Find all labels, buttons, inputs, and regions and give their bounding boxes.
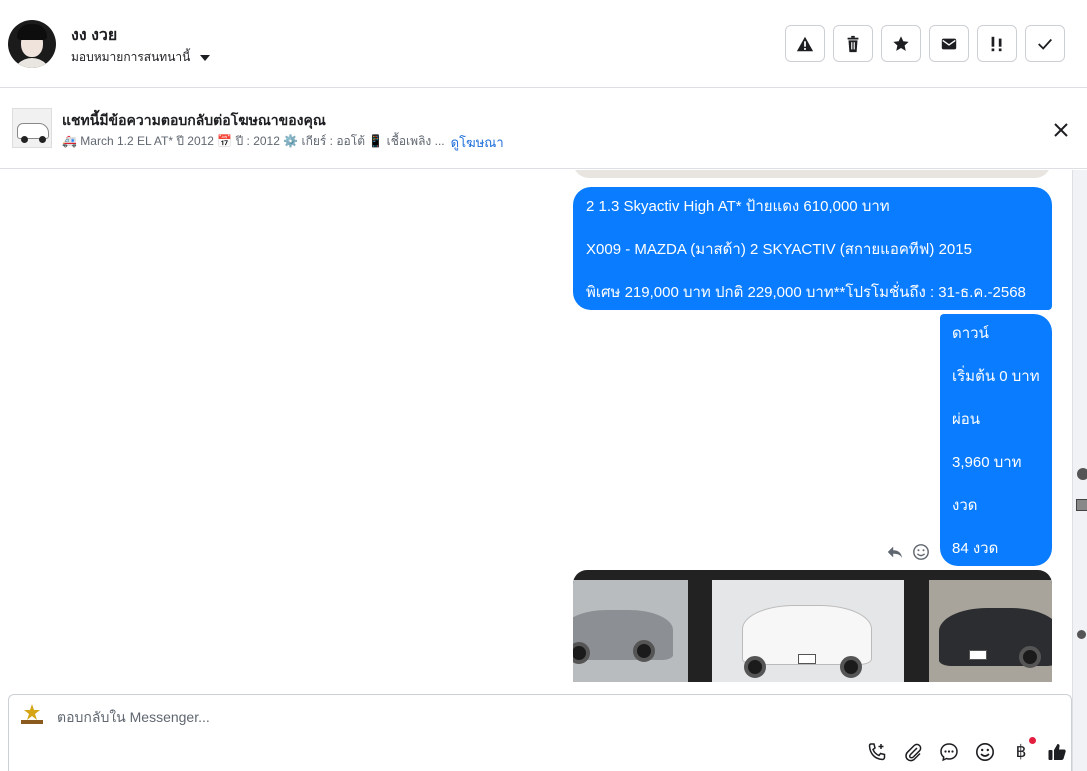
emoji-icon[interactable] [975,742,995,762]
car-image-gallery[interactable] [573,570,1052,682]
caret-down-icon [200,54,211,61]
message-bubble[interactable]: 2 1.3 Skyactiv High AT* ป้ายแดง 610,000 … [573,187,1052,310]
paperclip-icon[interactable] [903,742,923,762]
reply-input[interactable] [57,709,857,725]
message-thread[interactable]: 2 1.3 Skyactiv High AT* ป้ายแดง 610,000 … [0,170,1072,682]
close-banner-icon[interactable] [1050,119,1072,141]
ad-thumbnail[interactable] [1076,499,1087,511]
page-logo-icon [21,704,43,724]
payment-button[interactable]: ฿ [1011,737,1036,762]
trash-icon [847,35,859,52]
ad-thumbnail[interactable] [12,108,52,148]
baht-icon: ฿ [1015,742,1027,761]
phone-icon[interactable] [867,742,887,762]
ad-description-row: 🚑 March 1.2 EL AT* ปี 2012 📅 ปี : 2012 ⚙… [62,132,504,153]
message-composer: ฿ [8,694,1072,771]
message-hover-actions [886,543,930,561]
message-bubble[interactable]: ดาวน์ เริ่มต้น 0 บาท ผ่อน 3,960 บาท งวด … [940,314,1052,566]
thumbs-up-icon[interactable] [1047,742,1067,762]
message-line: งวด [952,497,978,514]
header-actions [785,25,1065,62]
message-line: พิเศษ 219,000 บาท ปกติ 229,000 บาท**โปรโ… [586,284,1026,301]
user-avatar[interactable] [8,20,56,68]
assign-conversation-dropdown[interactable]: มอบหมายการสนทนานี้ [71,48,211,67]
message-line: 84 งวด [952,540,999,557]
message-line: เริ่มต้น 0 บาท [952,368,1040,385]
mark-unread-button[interactable] [929,25,969,62]
chat-bubble-icon[interactable] [939,742,959,762]
notification-dot [1029,737,1036,744]
ad-description: 🚑 March 1.2 EL AT* ปี 2012 📅 ปี : 2012 ⚙… [62,134,445,148]
conversation-header: งง งวย มอบหมายการสนทนานี้ [0,0,1087,88]
check-icon [1038,38,1052,50]
envelope-icon [941,38,957,49]
message-line: ดาวน์ [952,325,989,342]
mark-done-button[interactable] [1025,25,1065,62]
message-line: ผ่อน [952,411,981,428]
star-icon [893,35,909,51]
reply-icon[interactable] [886,543,904,561]
ad-banner-title: แชทนี้มีข้อความตอบกลับต่อโฆษณาของคุณ [62,112,326,128]
car-photo[interactable] [929,580,1052,682]
car-photo[interactable] [573,580,688,682]
message-line: 3,960 บาท [952,454,1022,471]
message-line: 2 1.3 Skyactiv High AT* ป้ายแดง 610,000 … [586,198,890,215]
previous-image-message[interactable] [573,170,1051,178]
message-line: X009 - MAZDA (มาสด้า) 2 SKYACTIV (สกายแอ… [586,241,972,258]
view-ad-link[interactable]: ดูโฆษณา [451,132,504,153]
ad-reply-banner: แชทนี้มีข้อความตอบกลับต่อโฆษณาของคุณ 🚑 M… [0,89,1087,169]
follow-up-button[interactable] [977,25,1017,62]
assign-label: มอบหมายการสนทนานี้ [71,50,191,64]
car-photo[interactable] [712,580,904,682]
report-spam-button[interactable] [785,25,825,62]
star-button[interactable] [881,25,921,62]
composer-tools: ฿ [867,737,1067,762]
delete-button[interactable] [833,25,873,62]
warning-icon [796,36,814,51]
avatar[interactable] [1077,630,1086,639]
avatar[interactable] [1077,468,1087,480]
exclamation-icon [991,36,1002,51]
emoji-react-icon[interactable] [912,543,930,561]
user-name[interactable]: งง งวย [71,23,117,48]
side-panel-edge[interactable] [1072,170,1087,771]
